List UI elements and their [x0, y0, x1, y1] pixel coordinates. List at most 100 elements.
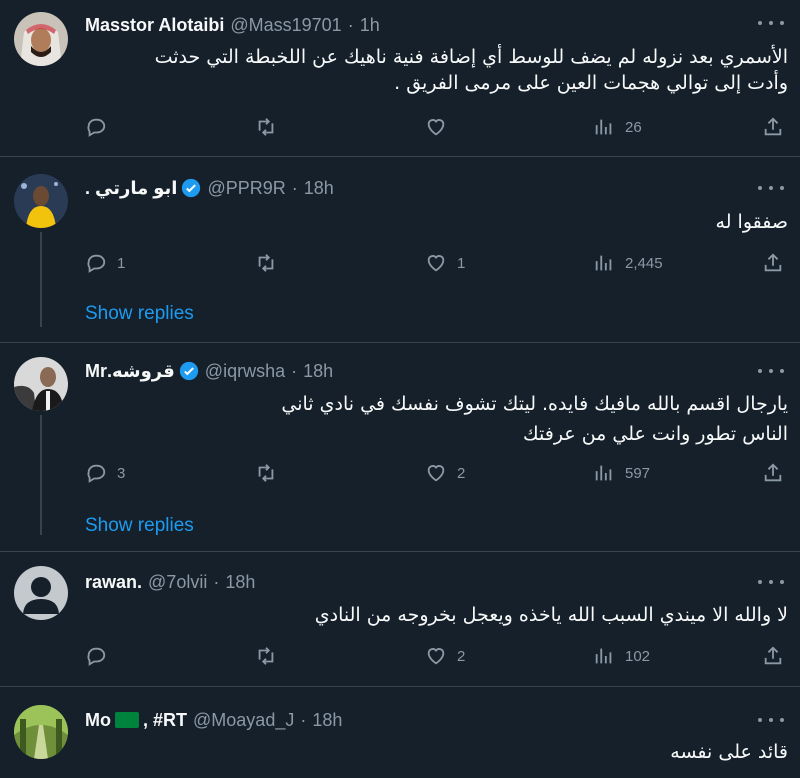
tweet-text-line: الأسمري بعد نزوله لم يضف للوسط أي إضافة … — [154, 46, 788, 68]
show-replies-link[interactable]: Show replies — [85, 515, 194, 537]
views-count: 26 — [625, 118, 642, 136]
timestamp[interactable]: 18h — [225, 572, 255, 593]
reply-icon — [87, 464, 106, 483]
author-handle[interactable]: @Moayad_J — [193, 710, 294, 731]
retweet-icon — [258, 647, 274, 665]
tweet-text: الأسمري بعد نزوله لم يضف للوسط أي إضافة … — [85, 44, 788, 96]
retweet-button[interactable] — [255, 249, 287, 277]
retweet-button[interactable] — [255, 642, 287, 670]
tweet-text: يارجال اقسم بالله مافيك فايده. ليتك تشوف… — [85, 391, 788, 447]
separator: · — [291, 177, 298, 198]
separator: · — [300, 709, 307, 730]
timestamp[interactable]: 1h — [360, 15, 380, 36]
more-icon[interactable] — [758, 573, 784, 591]
author-name[interactable]: Masstor Alotaibi — [85, 15, 224, 36]
more-icon[interactable] — [758, 362, 784, 380]
like-icon — [427, 648, 445, 665]
like-button[interactable]: 2 — [425, 642, 465, 670]
like-count: 1 — [457, 254, 466, 272]
like-icon — [427, 465, 445, 482]
share-icon — [764, 253, 782, 272]
views-button[interactable]: 26 — [593, 113, 642, 141]
show-replies-link[interactable]: Show replies — [85, 303, 194, 325]
more-icon[interactable] — [758, 179, 784, 197]
tweet-text-line: يارجال اقسم بالله مافيك فايده. ليتك تشوف… — [281, 393, 788, 415]
tweet-header: قروشه.Mr @iqrwsha · 18h — [85, 358, 333, 384]
author-handle[interactable]: @iqrwsha — [205, 361, 285, 382]
reply-button[interactable] — [85, 642, 117, 670]
share-button[interactable] — [762, 249, 784, 277]
separator: · — [347, 14, 354, 35]
thread-dots — [40, 503, 42, 535]
tweet-header: Masstor Alotaibi @Mass19701 · 1h — [85, 12, 380, 38]
more-icon[interactable] — [758, 711, 784, 729]
share-icon — [764, 463, 782, 482]
reply-button[interactable] — [85, 113, 117, 141]
author-handle[interactable]: @PPR9R — [207, 178, 285, 199]
author-handle[interactable]: @Mass19701 — [230, 15, 341, 36]
tweet[interactable]: ابو مارتي . @PPR9R · 18h صفقوا له 1 1 2,… — [0, 157, 800, 342]
tweet-text-line: الناس تطور وانت علي من عرفتك — [523, 423, 788, 445]
share-button[interactable] — [762, 459, 784, 487]
separator: · — [291, 360, 298, 381]
author-name[interactable]: rawan. — [85, 572, 142, 593]
timestamp[interactable]: 18h — [303, 361, 333, 382]
views-icon — [595, 255, 612, 271]
share-button[interactable] — [762, 113, 784, 141]
tweet[interactable]: rawan. @7olvii · 18h لا والله الا ميندي … — [0, 552, 800, 686]
tweet-header: ابو مارتي . @PPR9R · 18h — [85, 175, 334, 201]
retweet-button[interactable] — [255, 113, 287, 141]
tweet[interactable]: قروشه.Mr @iqrwsha · 18h يارجال اقسم بالل… — [0, 343, 800, 551]
avatar[interactable] — [14, 357, 68, 411]
reply-icon — [87, 118, 106, 137]
views-button[interactable]: 597 — [593, 459, 650, 487]
views-count: 2,445 — [625, 254, 663, 272]
verified-icon — [182, 178, 201, 198]
author-handle[interactable]: @7olvii — [148, 572, 207, 593]
retweet-icon — [258, 118, 274, 136]
retweet-icon — [258, 464, 274, 482]
action-bar: 26 — [85, 113, 788, 141]
reply-button[interactable]: 3 — [85, 459, 125, 487]
thread-dots — [40, 287, 42, 327]
share-icon — [764, 646, 782, 665]
retweet-icon — [258, 254, 274, 272]
tweet-text-line: قائد على نفسه — [670, 741, 788, 763]
like-button[interactable]: 1 — [425, 249, 465, 277]
action-bar: 3 2 597 — [85, 459, 788, 487]
avatar[interactable] — [14, 566, 68, 620]
retweet-button[interactable] — [255, 459, 287, 487]
tweet[interactable]: Mo , #RT @Moayad_J · 18h قائد على نفسه — [0, 687, 800, 778]
author-name[interactable]: قروشه.Mr — [85, 361, 175, 382]
tweet-text-line: لا والله الا ميندي السبب الله ياخذه ويعج… — [314, 604, 788, 626]
like-icon — [427, 119, 445, 136]
views-count: 597 — [625, 464, 651, 482]
tweet-text: قائد على نفسه — [85, 739, 788, 765]
views-count: 102 — [625, 647, 651, 665]
tweet-header: Mo , #RT @Moayad_J · 18h — [85, 707, 342, 733]
views-icon — [595, 465, 612, 481]
reply-icon — [87, 647, 106, 666]
avatar[interactable] — [14, 12, 68, 66]
timestamp[interactable]: 18h — [304, 178, 334, 199]
avatar[interactable] — [14, 174, 68, 228]
author-name[interactable]: ابو مارتي . — [85, 178, 177, 199]
author-name-suffix[interactable]: , #RT — [143, 710, 187, 731]
like-button[interactable] — [425, 113, 457, 141]
views-button[interactable]: 102 — [593, 642, 650, 670]
avatar[interactable] — [14, 705, 68, 759]
tweet-text-line: صفقوا له — [715, 211, 788, 233]
like-button[interactable]: 2 — [425, 459, 465, 487]
more-icon[interactable] — [758, 14, 784, 32]
separator: · — [213, 571, 220, 592]
views-icon — [595, 119, 612, 135]
like-count: 2 — [457, 464, 466, 482]
tweet[interactable]: Masstor Alotaibi @Mass19701 · 1h الأسمري… — [0, 0, 800, 156]
author-name-prefix[interactable]: Mo — [85, 710, 111, 731]
reply-count: 3 — [117, 464, 126, 482]
reply-button[interactable]: 1 — [85, 249, 125, 277]
share-button[interactable] — [762, 642, 784, 670]
views-button[interactable]: 2,445 — [593, 249, 663, 277]
timestamp[interactable]: 18h — [312, 710, 342, 731]
views-icon — [595, 648, 612, 664]
